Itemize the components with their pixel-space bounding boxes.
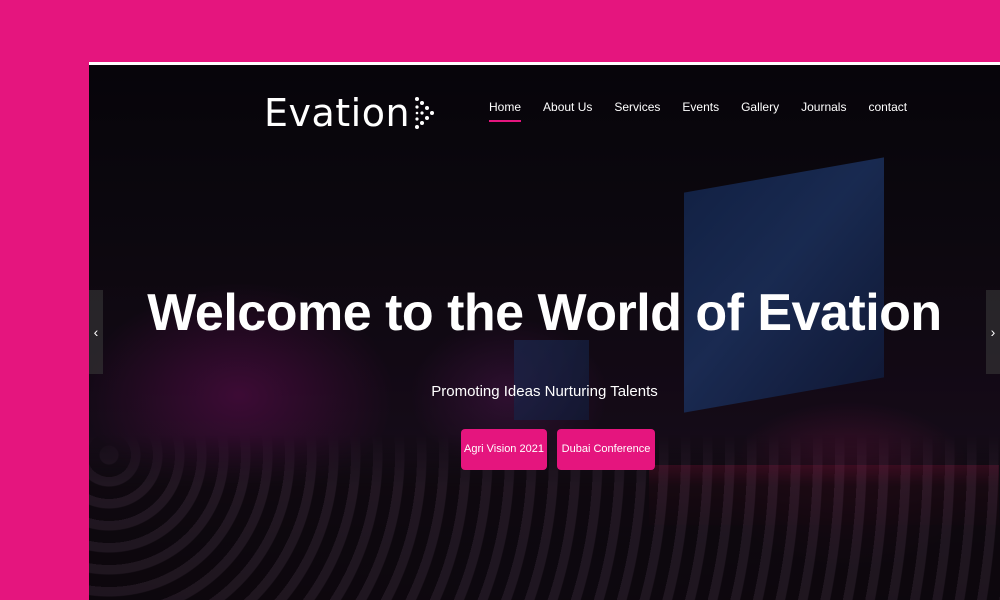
main-nav: Home About Us Services Events Gallery Jo… [489, 100, 929, 122]
hero-buttons: Agri Vision 2021 Dubai Conference [461, 429, 655, 470]
nav-item-about-us[interactable]: About Us [543, 100, 592, 122]
nav-item-journals[interactable]: Journals [801, 100, 846, 122]
nav-item-services[interactable]: Services [614, 100, 660, 122]
agri-vision-button[interactable]: Agri Vision 2021 [461, 429, 547, 470]
logo-text: Evation [264, 91, 411, 135]
nav-item-home[interactable]: Home [489, 100, 522, 122]
nav-item-contact[interactable]: contact [868, 100, 907, 122]
hero-section: Evation Home About Us Services Events Ga… [89, 62, 1000, 600]
chevron-left-icon[interactable]: ‹ [89, 290, 103, 374]
site-logo[interactable]: Evation [264, 91, 438, 135]
dubai-conference-button[interactable]: Dubai Conference [557, 429, 655, 470]
chevron-right-icon[interactable]: › [986, 290, 1000, 374]
nav-item-gallery[interactable]: Gallery [741, 100, 779, 122]
nav-item-events[interactable]: Events [682, 100, 719, 122]
chevron-dots-icon [415, 97, 435, 129]
hero-title: Welcome to the World of Evation [147, 284, 942, 342]
hero-subtitle: Promoting Ideas Nurturing Talents [431, 383, 658, 400]
